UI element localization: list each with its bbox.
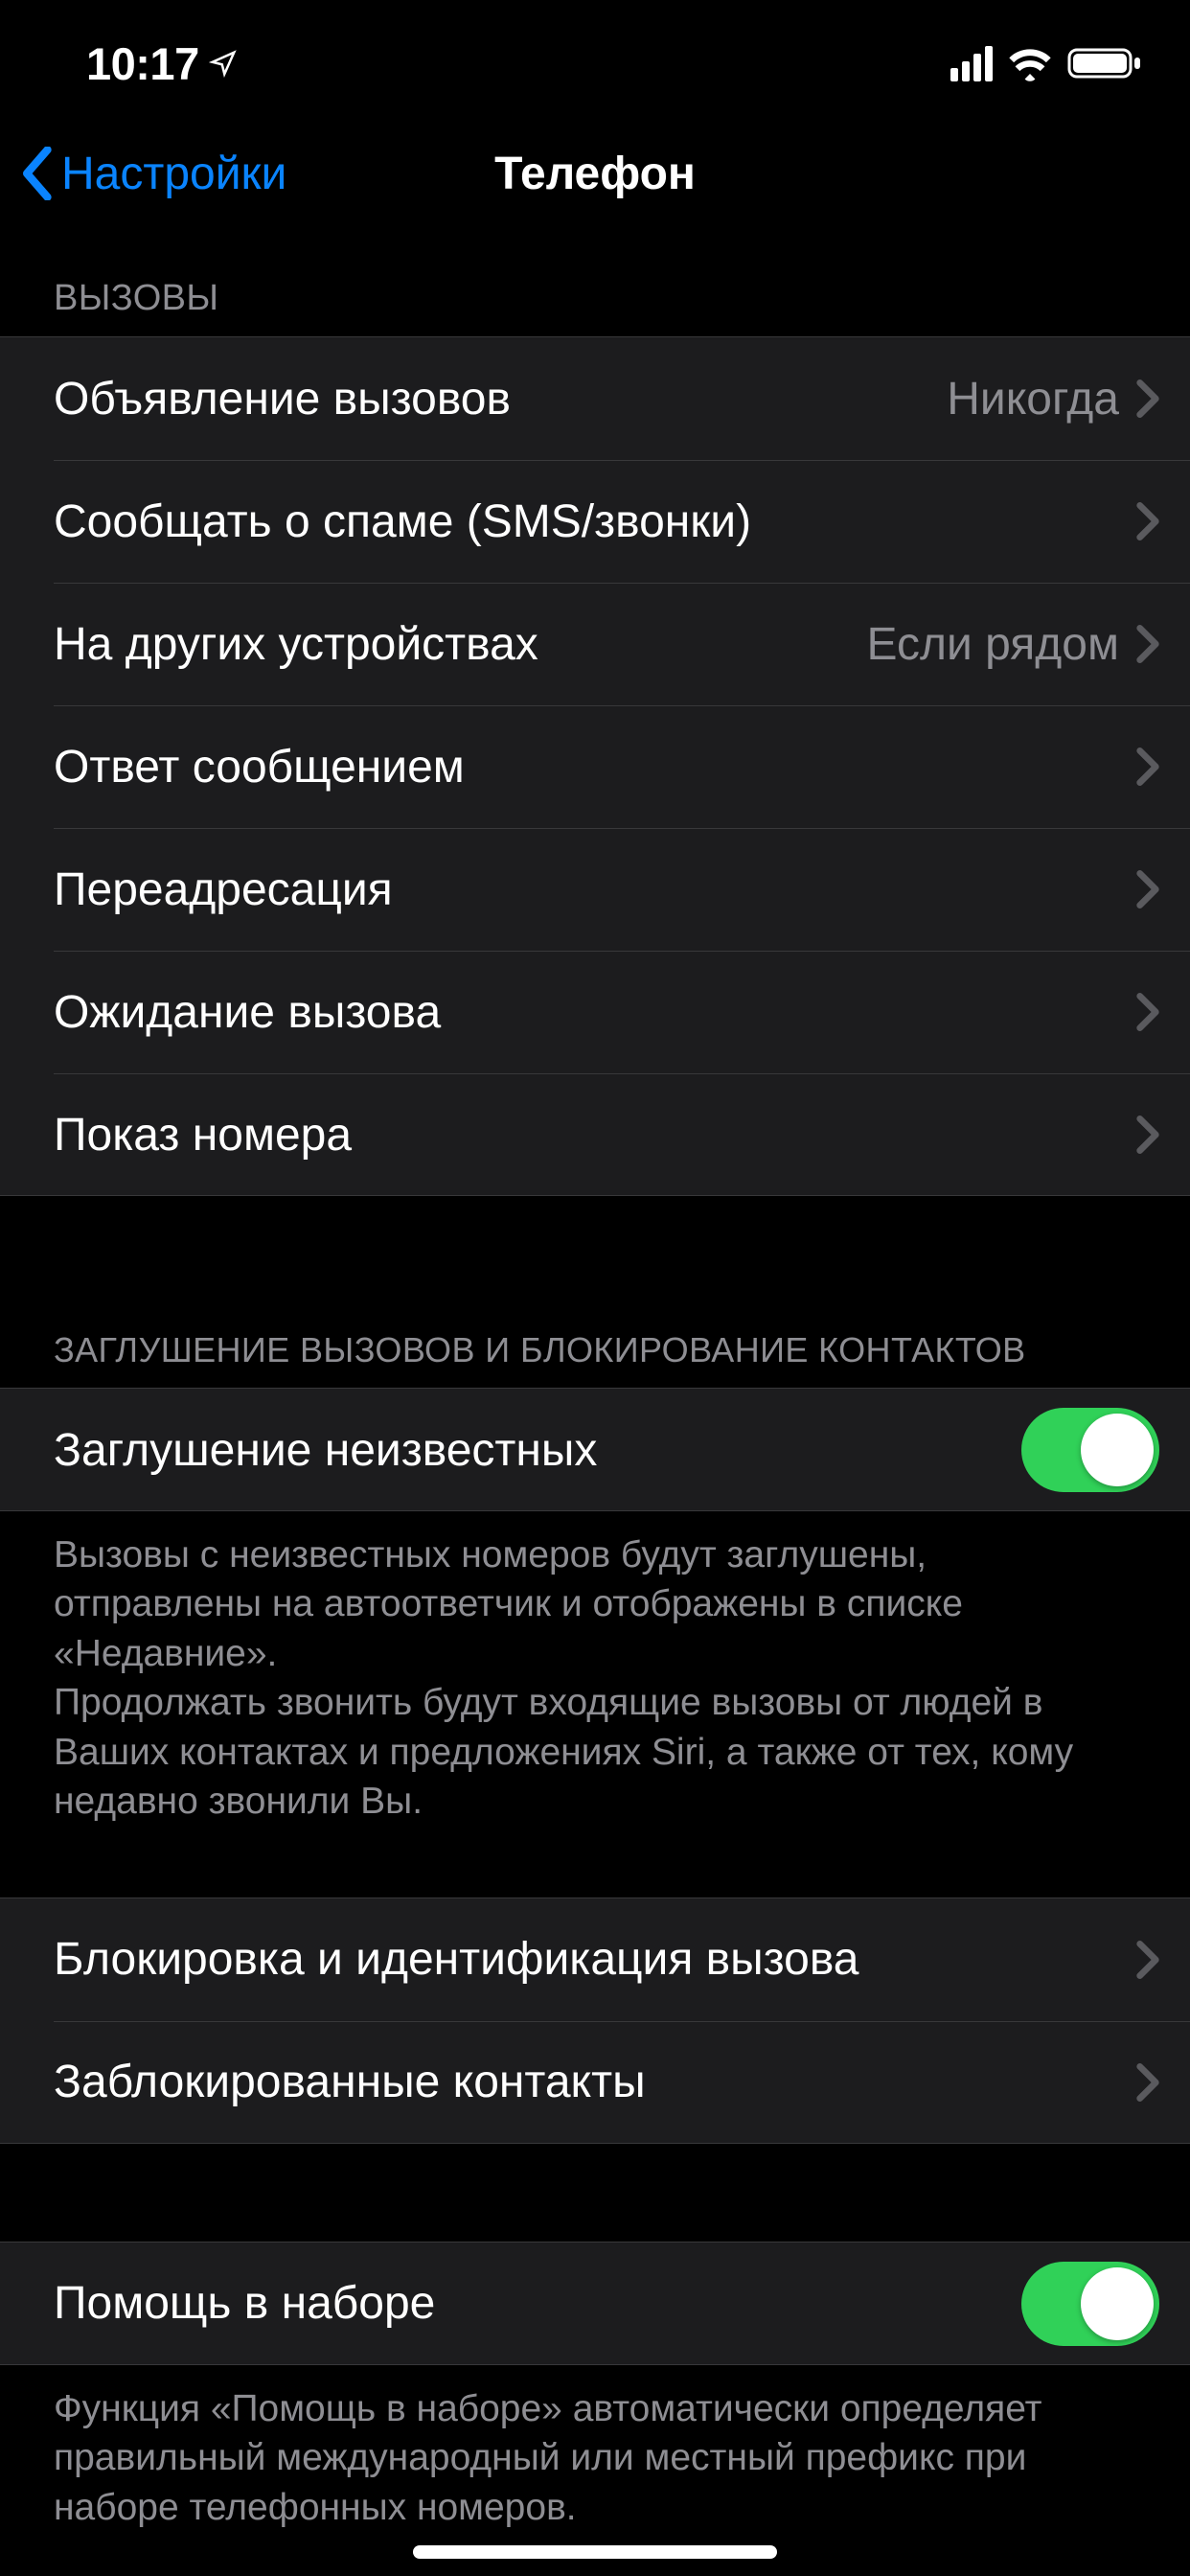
row-spam-report[interactable]: Сообщать о спаме (SMS/звонки) [0,460,1190,583]
chevron-right-icon [1136,380,1159,418]
chevron-left-icon [19,147,54,200]
row-blocked-contacts[interactable]: Заблокированные контакты [0,2021,1190,2144]
row-call-block-id[interactable]: Блокировка и идентификация вызова [0,1898,1190,2021]
section-gap [0,1857,1190,1898]
row-silence-unknown[interactable]: Заглушение неизвестных [0,1389,1190,1511]
chevron-right-icon [1136,1941,1159,1979]
row-label: Заблокированные контакты [54,2056,1136,2108]
row-label: Заглушение неизвестных [54,1424,1021,1477]
chevron-right-icon [1136,2063,1159,2102]
row-dial-assist[interactable]: Помощь в наборе [0,2242,1190,2365]
row-label: Переадресация [54,863,1136,916]
back-label: Настройки [61,148,286,200]
status-bar: 10:17 [0,0,1190,126]
chevron-right-icon [1136,1116,1159,1154]
section-gap [0,1196,1190,1294]
row-label: Показ номера [54,1109,1136,1162]
row-value: Если рядом [867,618,1119,671]
back-button[interactable]: Настройки [19,147,286,200]
chevron-right-icon [1136,625,1159,663]
row-text-reply[interactable]: Ответ сообщением [0,705,1190,828]
row-call-forwarding[interactable]: Переадресация [0,828,1190,951]
section-header-calls: Вызовы [0,242,1190,336]
status-bar-left: 10:17 [86,37,238,90]
row-caller-id[interactable]: Показ номера [0,1073,1190,1196]
chevron-right-icon [1136,993,1159,1031]
chevron-right-icon [1136,870,1159,908]
dial-assist-toggle[interactable] [1021,2262,1159,2346]
section-header-silence: Заглушение вызовов и блокирование контак… [0,1294,1190,1388]
battery-icon [1067,44,1144,82]
row-label: Сообщать о спаме (SMS/звонки) [54,495,1136,548]
navigation-bar: Настройки Телефон [0,126,1190,242]
row-value: Никогда [947,373,1119,426]
silence-footer: Вызовы с неизвестных номеров будут заглу… [0,1511,1190,1857]
row-label: Ответ сообщением [54,741,1136,794]
chevron-right-icon [1136,502,1159,540]
status-bar-right [950,44,1144,82]
dial-assist-footer: Функция «Помощь в наборе» автоматически … [0,2365,1190,2563]
cellular-icon [950,46,993,81]
row-label: На других устройствах [54,618,867,671]
chevron-right-icon [1136,748,1159,786]
row-other-devices[interactable]: На других устройствах Если рядом [0,583,1190,705]
wifi-icon [1006,45,1054,81]
row-label: Блокировка и идентификация вызова [54,1933,1136,1986]
section-gap [0,2144,1190,2242]
row-label: Ожидание вызова [54,986,1136,1039]
silence-unknown-toggle[interactable] [1021,1408,1159,1492]
location-icon [209,49,238,78]
status-time: 10:17 [86,37,199,90]
row-call-waiting[interactable]: Ожидание вызова [0,951,1190,1073]
row-label: Помощь в наборе [54,2277,1021,2330]
row-label: Объявление вызовов [54,373,947,426]
home-indicator[interactable] [413,2545,777,2559]
row-announce-calls[interactable]: Объявление вызовов Никогда [0,337,1190,460]
